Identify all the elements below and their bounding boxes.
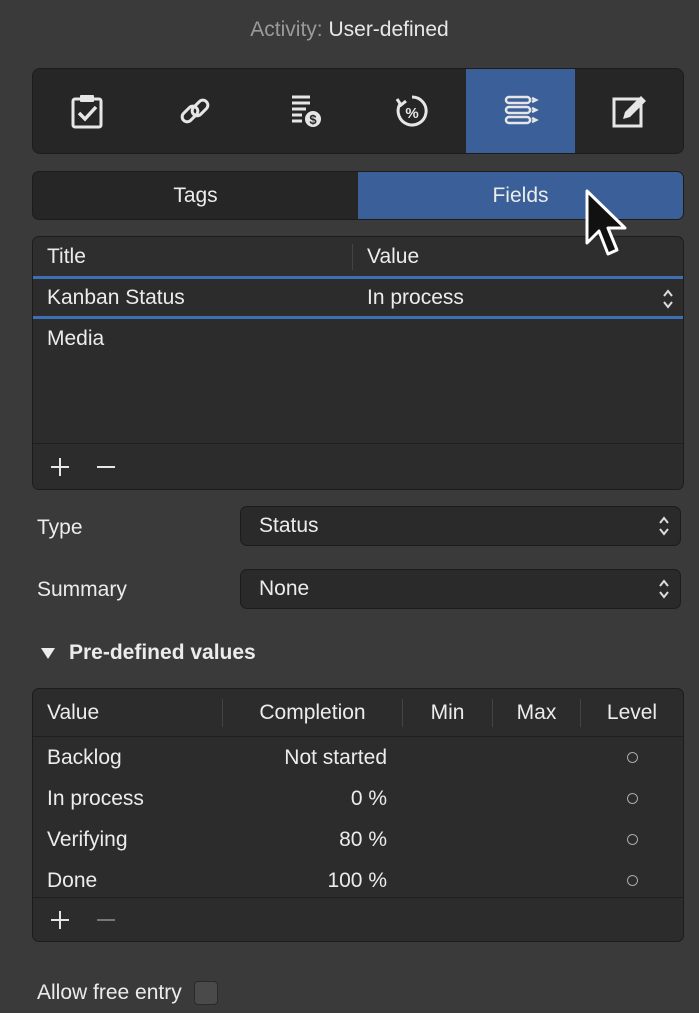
level-radio-icon[interactable] bbox=[626, 875, 638, 887]
table-row[interactable]: Verifying 80 % bbox=[33, 819, 683, 860]
toolbar-button-link[interactable] bbox=[141, 69, 249, 153]
column-header-value[interactable]: Value bbox=[353, 245, 419, 269]
disclosure-triangle-icon bbox=[41, 647, 55, 659]
allow-free-entry-checkbox[interactable] bbox=[193, 981, 218, 1005]
title-value: User-defined bbox=[328, 18, 449, 41]
add-value-button[interactable] bbox=[41, 901, 79, 939]
predefined-values-table: Value Completion Min Max Level Backlog N… bbox=[32, 688, 684, 942]
type-label: Type bbox=[37, 516, 83, 539]
value-cell: Done bbox=[47, 868, 98, 892]
column-header-level[interactable]: Level bbox=[581, 699, 683, 727]
fields-table: Title Value Kanban Status In process Med… bbox=[32, 236, 684, 490]
column-header-value[interactable]: Value bbox=[33, 698, 223, 727]
fields-table-footer bbox=[33, 443, 683, 489]
table-row[interactable]: Backlog Not started bbox=[33, 737, 683, 778]
toolbar-button-fields[interactable] bbox=[466, 69, 575, 153]
title-prefix: Activity: bbox=[250, 18, 323, 41]
inspector-title: Activity: User-defined bbox=[0, 18, 699, 42]
link-icon bbox=[181, 98, 210, 124]
level-radio-icon[interactable] bbox=[626, 752, 638, 764]
toolbar-button-progress[interactable]: % bbox=[358, 69, 466, 153]
predefined-values-label: Pre-defined values bbox=[69, 641, 256, 664]
toolbar-button-checklist[interactable] bbox=[33, 69, 141, 153]
tab-tags[interactable]: Tags bbox=[33, 172, 358, 219]
table-row[interactable]: Done 100 % bbox=[33, 860, 683, 901]
field-value[interactable]: In process bbox=[353, 286, 464, 310]
column-header-min[interactable]: Min bbox=[403, 698, 493, 727]
level-radio-icon[interactable] bbox=[626, 793, 638, 805]
predefined-values-disclosure[interactable]: Pre-defined values bbox=[41, 641, 256, 665]
completion-cell: Not started bbox=[284, 745, 387, 769]
completion-cell: 80 % bbox=[339, 827, 387, 851]
plus-icon bbox=[51, 457, 69, 476]
column-header-title[interactable]: Title bbox=[33, 243, 353, 270]
values-table-header: Value Completion Min Max Level bbox=[33, 689, 683, 737]
table-row[interactable]: In process 0 % bbox=[33, 778, 683, 819]
fields-list-icon bbox=[505, 95, 540, 125]
inspector-toolbar: $ % bbox=[32, 68, 684, 154]
add-field-button[interactable] bbox=[41, 448, 79, 486]
mouse-pointer-icon bbox=[585, 189, 627, 256]
level-cell bbox=[581, 828, 683, 852]
value-cell: Backlog bbox=[47, 745, 122, 769]
values-table-footer bbox=[33, 897, 683, 941]
value-cell: Verifying bbox=[47, 827, 128, 851]
remove-field-button[interactable] bbox=[87, 448, 125, 486]
summary-popup[interactable]: None bbox=[240, 569, 681, 609]
table-row[interactable]: Kanban Status In process bbox=[33, 279, 683, 319]
clipboard-check-icon bbox=[71, 95, 103, 129]
remove-value-button[interactable] bbox=[87, 901, 125, 939]
column-header-completion[interactable]: Completion bbox=[223, 698, 403, 727]
completion-cell: 0 % bbox=[350, 786, 387, 810]
svg-text:%: % bbox=[405, 105, 418, 122]
percent-progress-icon: % bbox=[395, 95, 428, 127]
summary-label: Summary bbox=[37, 578, 127, 601]
value-cell: In process bbox=[47, 786, 144, 810]
allow-free-entry-row: Allow free entry bbox=[37, 981, 218, 1005]
field-title: Media bbox=[47, 327, 105, 350]
field-title: Kanban Status bbox=[47, 285, 185, 309]
completion-cell: 100 % bbox=[327, 868, 387, 892]
svg-text:$: $ bbox=[309, 112, 317, 127]
plus-icon bbox=[51, 910, 69, 929]
minus-icon bbox=[97, 465, 115, 468]
table-row[interactable]: Media bbox=[33, 319, 683, 359]
type-value: Status bbox=[259, 514, 319, 537]
allow-free-entry-label: Allow free entry bbox=[37, 981, 182, 1004]
type-popup[interactable]: Status bbox=[240, 506, 681, 546]
level-cell bbox=[581, 746, 683, 770]
level-radio-icon[interactable] bbox=[626, 834, 638, 846]
chevron-updown-icon[interactable] bbox=[661, 287, 675, 311]
tab-fields[interactable]: Fields bbox=[358, 172, 683, 219]
chevron-updown-icon bbox=[659, 516, 669, 536]
chevron-updown-icon bbox=[659, 579, 669, 599]
level-cell bbox=[581, 869, 683, 893]
pencil-edit-icon bbox=[612, 96, 646, 128]
column-header-max[interactable]: Max bbox=[493, 698, 581, 727]
toolbar-button-costs[interactable]: $ bbox=[250, 69, 358, 153]
minus-icon bbox=[97, 918, 115, 921]
cost-list-icon: $ bbox=[291, 95, 321, 127]
summary-value: None bbox=[259, 577, 310, 600]
toolbar-button-notes[interactable] bbox=[575, 69, 683, 153]
level-cell bbox=[581, 787, 683, 811]
